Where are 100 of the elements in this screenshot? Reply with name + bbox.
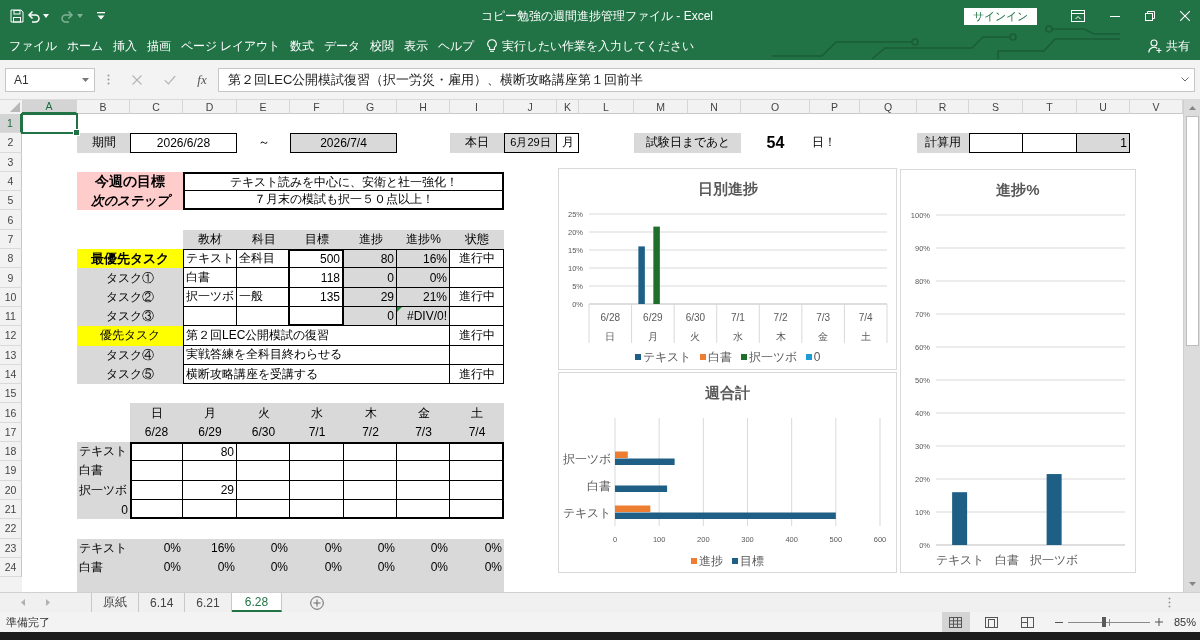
column-header[interactable]: D [183, 100, 237, 114]
sign-in-button[interactable]: サインイン [964, 7, 1037, 25]
row-header[interactable]: 8 [0, 249, 22, 269]
date-cell: 2026/7/4 [290, 133, 397, 153]
minimize-icon[interactable] [1110, 15, 1120, 17]
row-header[interactable]: 12 [0, 326, 22, 346]
column-header[interactable]: N [688, 100, 741, 114]
selected-cell[interactable] [21, 113, 78, 135]
table-cell: 29 [183, 480, 237, 500]
ribbon-tab[interactable]: 挿入 [108, 34, 142, 58]
row-header[interactable]: 16 [0, 403, 22, 423]
drag-handle-icon[interactable] [1168, 597, 1171, 608]
column-header[interactable]: E [237, 100, 290, 114]
tell-me-search[interactable]: 実行したい作業を入力してください [487, 34, 695, 58]
ribbon-tab[interactable]: データ [319, 34, 366, 58]
column-header[interactable]: O [741, 100, 810, 114]
row-header[interactable]: 11 [0, 306, 22, 327]
scrollbar-thumb[interactable] [1185, 116, 1199, 346]
column-header[interactable]: V [1130, 100, 1183, 114]
sheet-tab[interactable]: 6.28 [231, 593, 283, 612]
column-header[interactable]: L [579, 100, 634, 114]
fill-handle-icon[interactable] [73, 129, 80, 137]
table-cell: 80 [183, 442, 237, 462]
column-header[interactable]: M [634, 100, 688, 114]
empty-cell [290, 442, 344, 462]
empty-cell [344, 499, 397, 520]
column-header[interactable]: H [397, 100, 450, 114]
row-header[interactable]: 6 [0, 210, 22, 230]
ribbon-tab[interactable]: ファイル [0, 34, 62, 58]
page-break-icon [1021, 616, 1035, 628]
column-header[interactable]: C [130, 100, 183, 114]
undo-icon[interactable] [27, 9, 40, 23]
plus-icon[interactable] [1154, 618, 1163, 626]
row-header[interactable]: 5 [0, 191, 22, 211]
column-header[interactable]: A [22, 100, 77, 114]
row-header[interactable]: 7 [0, 229, 22, 250]
column-header[interactable]: R [917, 100, 969, 114]
row-header[interactable]: 20 [0, 480, 22, 500]
check-icon[interactable] [164, 74, 176, 85]
column-header[interactable]: I [450, 100, 504, 114]
row-header[interactable]: 21 [0, 499, 22, 520]
row-header[interactable]: 22 [0, 519, 22, 539]
zoom-slider[interactable] [1067, 616, 1150, 628]
column-header[interactable]: F [290, 100, 344, 114]
zoom-level[interactable]: 85% [1173, 616, 1196, 628]
share-button[interactable]: 共有 [1148, 34, 1190, 58]
drag-handle-icon[interactable] [107, 74, 110, 85]
ribbon-tab[interactable]: ホーム [62, 34, 108, 58]
caret-icon[interactable] [1181, 77, 1189, 82]
add-sheet-icon[interactable] [310, 595, 325, 610]
name-box[interactable]: A1 [5, 67, 95, 92]
row-header[interactable]: 23 [0, 538, 22, 558]
row-header[interactable]: 13 [0, 345, 22, 365]
axis-category-label: 択一ツボ [563, 451, 611, 466]
row-header[interactable]: 19 [0, 461, 22, 481]
caret-icon [77, 14, 83, 18]
column-header[interactable]: S [969, 100, 1023, 114]
row-header[interactable]: 3 [0, 152, 22, 172]
table-cell: 16% [183, 538, 237, 558]
ribbon-tab[interactable]: ページ レイアウト [176, 34, 286, 58]
column-header[interactable]: U [1077, 100, 1130, 114]
caret-icon[interactable] [82, 77, 89, 82]
caret-up-icon[interactable] [1188, 106, 1196, 110]
row-header[interactable]: 4 [0, 171, 22, 192]
slider-thumb[interactable] [1102, 617, 1107, 627]
ribbon-display-icon[interactable] [1071, 10, 1085, 22]
close-icon[interactable] [1180, 11, 1190, 21]
goal-label: 次のステップ [77, 191, 183, 211]
row-header[interactable]: 17 [0, 422, 22, 443]
row-header[interactable]: 14 [0, 364, 22, 385]
row-header[interactable]: 24 [0, 557, 22, 578]
column-header[interactable]: G [344, 100, 397, 114]
ribbon-tab[interactable]: 校閲 [365, 34, 400, 58]
ribbon-tab[interactable]: 数式 [285, 34, 320, 58]
ribbon-tab[interactable]: 表示 [399, 34, 434, 58]
caret-down-icon[interactable] [1188, 582, 1196, 586]
row-header[interactable]: 1 [0, 114, 22, 134]
save-icon[interactable] [10, 9, 24, 23]
insert-function-button[interactable]: fx [194, 71, 210, 88]
column-header[interactable]: K [557, 100, 579, 114]
row-header[interactable]: 10 [0, 287, 22, 307]
ribbon-tab[interactable]: ヘルプ [433, 34, 480, 58]
column-header[interactable]: J [504, 100, 557, 114]
window-title: コピー勉強の週間進捗管理ファイル - Excel [481, 7, 713, 25]
row-header[interactable]: 2 [0, 133, 22, 153]
view-button[interactable] [941, 612, 970, 632]
customize-toolbar-icon[interactable] [97, 12, 105, 20]
caret-icon[interactable] [43, 14, 49, 18]
row-header[interactable]: 18 [0, 442, 22, 462]
restore-icon[interactable] [1145, 11, 1155, 21]
formula-input[interactable]: 第２回LEC公開模試復習（択一労災・雇用）、横断攻略講座第１回前半 [218, 67, 1195, 92]
minus-icon[interactable] [1054, 621, 1063, 623]
ribbon-tab[interactable]: 描画 [142, 34, 176, 58]
column-header[interactable]: Q [860, 100, 917, 114]
column-header[interactable]: T [1023, 100, 1077, 114]
row-header[interactable]: 15 [0, 384, 22, 404]
column-header[interactable]: B [77, 100, 130, 114]
vertical-scrollbar[interactable] [1183, 100, 1200, 592]
row-header[interactable]: 9 [0, 268, 22, 288]
column-header[interactable]: P [810, 100, 860, 114]
